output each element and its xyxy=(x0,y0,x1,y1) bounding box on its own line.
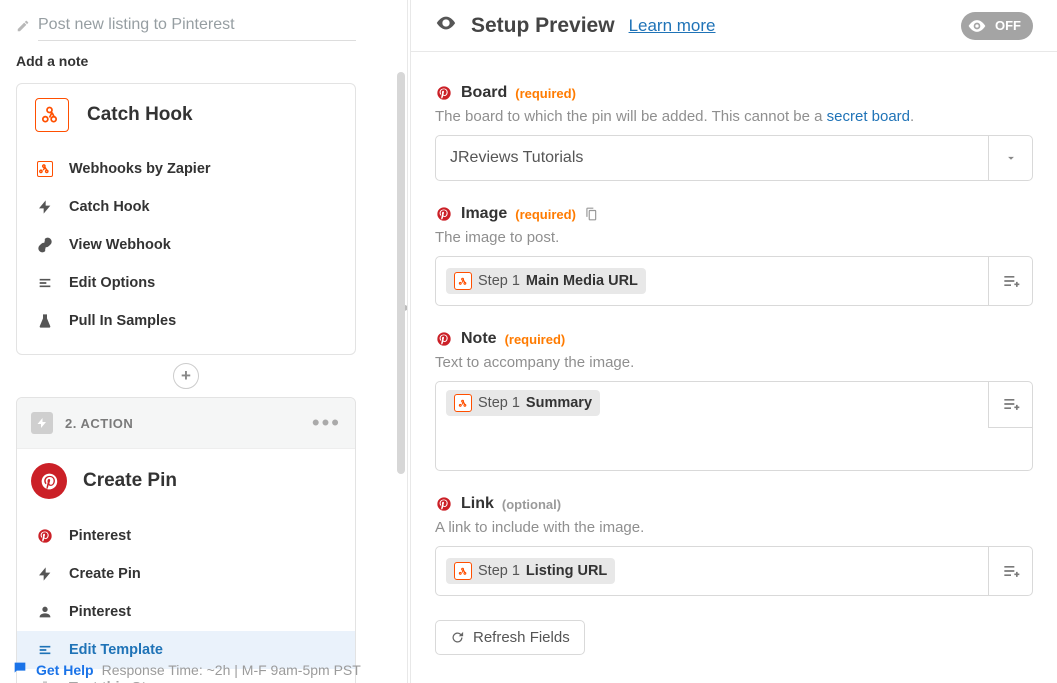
optional-badge: (optional) xyxy=(502,497,561,512)
link-icon xyxy=(35,235,55,255)
left-scrollbar[interactable] xyxy=(397,72,405,474)
add-note-link[interactable]: Add a note xyxy=(16,47,356,83)
field-board: Board (required) The board to which the … xyxy=(435,84,1033,181)
bolt-icon xyxy=(35,197,55,217)
action-title: Create Pin xyxy=(83,470,177,492)
board-value: JReviews Tutorials xyxy=(436,136,988,180)
flask-icon xyxy=(35,311,55,331)
trigger-item-hook[interactable]: Catch Hook xyxy=(17,188,355,226)
board-dropdown[interactable]: JReviews Tutorials xyxy=(435,135,1033,181)
refresh-icon xyxy=(450,630,465,645)
pencil-icon[interactable] xyxy=(16,19,30,38)
help-bar: Get Help Response Time: ~2h | M-F 9am-5p… xyxy=(12,660,361,679)
required-badge: (required) xyxy=(515,207,576,222)
lines-icon xyxy=(35,273,55,293)
add-step-button[interactable]: + xyxy=(173,363,199,389)
item-label: View Webhook xyxy=(69,237,171,253)
learn-more-link[interactable]: Learn more xyxy=(629,16,716,36)
action-card: 2. ACTION ••• Create Pin Pinterest Creat… xyxy=(16,397,356,683)
copy-icon[interactable] xyxy=(584,207,598,221)
insert-field-button[interactable] xyxy=(988,382,1032,428)
eye-icon xyxy=(435,12,457,39)
panel-expand-icon[interactable]: ▸ xyxy=(405,300,408,314)
lines-icon xyxy=(35,640,55,660)
image-description: The image to post. xyxy=(435,229,1033,246)
note-token[interactable]: Step 1 Summary xyxy=(446,390,600,416)
get-help-link[interactable]: Get Help xyxy=(36,662,94,678)
pinterest-icon xyxy=(435,495,453,513)
note-input[interactable]: Step 1 Summary xyxy=(435,381,1033,471)
right-header: Setup Preview Learn more OFF xyxy=(411,0,1057,52)
action-item-app[interactable]: Pinterest xyxy=(17,517,355,555)
trigger-item-view-webhook[interactable]: View Webhook xyxy=(17,226,355,264)
right-panel: Setup Preview Learn more OFF Board (requ… xyxy=(410,0,1057,683)
webhooks-mini-icon xyxy=(454,272,472,290)
item-label: Pinterest xyxy=(69,528,131,544)
toggle-knob-icon xyxy=(967,16,987,36)
insert-field-button[interactable] xyxy=(988,547,1032,595)
board-description: The board to which the pin will be added… xyxy=(435,108,1033,125)
trigger-title: Catch Hook xyxy=(87,104,193,126)
pinterest-app-icon xyxy=(31,463,67,499)
person-icon xyxy=(35,602,55,622)
link-label: Link xyxy=(461,495,494,513)
note-label: Note xyxy=(461,330,497,348)
action-item-create-pin[interactable]: Create Pin xyxy=(17,555,355,593)
link-token[interactable]: Step 1 Listing URL xyxy=(446,558,615,584)
trigger-card: Catch Hook Webhooks by Zapier Catch Hook… xyxy=(16,83,356,355)
help-meta: Response Time: ~2h | M-F 9am-5pm PST xyxy=(102,662,361,678)
refresh-fields-button[interactable]: Refresh Fields xyxy=(435,620,585,655)
trigger-item-pull-samples[interactable]: Pull In Samples xyxy=(17,302,355,340)
pinterest-icon xyxy=(435,84,453,102)
pinterest-icon xyxy=(435,205,453,223)
item-label: Webhooks by Zapier xyxy=(69,161,211,177)
preview-toggle[interactable]: OFF xyxy=(961,12,1033,40)
link-description: A link to include with the image. xyxy=(435,519,1033,536)
zap-title-row: Post new listing to Pinterest xyxy=(16,0,356,47)
image-input[interactable]: Step 1 Main Media URL xyxy=(435,256,1033,306)
field-image: Image (required) The image to post. Step… xyxy=(435,205,1033,306)
item-label: Catch Hook xyxy=(69,199,150,215)
required-badge: (required) xyxy=(505,332,566,347)
pinterest-icon xyxy=(35,526,55,546)
link-input[interactable]: Step 1 Listing URL xyxy=(435,546,1033,596)
note-description: Text to accompany the image. xyxy=(435,354,1033,371)
chat-icon xyxy=(12,660,28,679)
zap-title[interactable]: Post new listing to Pinterest xyxy=(38,16,356,41)
item-label: Create Pin xyxy=(69,566,141,582)
webhooks-mini-icon xyxy=(454,394,472,412)
image-token[interactable]: Step 1 Main Media URL xyxy=(446,268,646,294)
preview-title: Setup Preview xyxy=(471,14,615,38)
trigger-item-edit-options[interactable]: Edit Options xyxy=(17,264,355,302)
field-note: Note (required) Text to accompany the im… xyxy=(435,330,1033,471)
secret-board-link[interactable]: secret board xyxy=(827,108,910,125)
image-label: Image xyxy=(461,205,507,223)
item-label: Pull In Samples xyxy=(69,313,176,329)
insert-field-button[interactable] xyxy=(988,257,1032,305)
required-badge: (required) xyxy=(515,86,576,101)
webhooks-mini-icon xyxy=(454,562,472,580)
toggle-label: OFF xyxy=(995,18,1021,33)
board-label: Board xyxy=(461,84,507,102)
field-link: Link (optional) A link to include with t… xyxy=(435,495,1033,596)
item-label: Edit Options xyxy=(69,275,155,291)
left-panel: Post new listing to Pinterest Add a note… xyxy=(0,0,408,683)
webhooks-app-icon xyxy=(35,98,69,132)
action-bolt-icon xyxy=(31,412,53,434)
action-item-account[interactable]: Pinterest xyxy=(17,593,355,631)
chevron-down-icon xyxy=(988,136,1032,180)
pinterest-icon xyxy=(435,330,453,348)
item-label: Edit Template xyxy=(69,642,163,658)
action-header-label: 2. ACTION xyxy=(65,416,300,431)
action-menu-button[interactable]: ••• xyxy=(312,410,341,436)
bolt-icon xyxy=(35,564,55,584)
item-label: Pinterest xyxy=(69,604,131,620)
trigger-item-app[interactable]: Webhooks by Zapier xyxy=(17,150,355,188)
